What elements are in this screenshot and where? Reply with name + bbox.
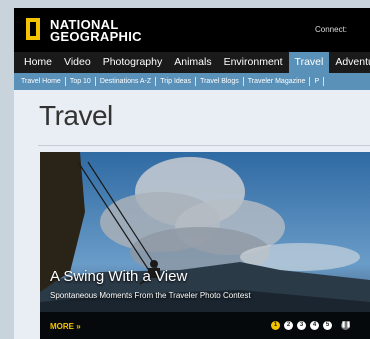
hero-subtitle: Spontaneous Moments From the Traveler Ph…	[50, 291, 251, 300]
slide-dot-1[interactable]: 1	[271, 321, 280, 330]
browser-page: NATIONAL GEOGRAPHIC Connect: Home Video …	[14, 8, 370, 339]
site-header: NATIONAL GEOGRAPHIC Connect:	[14, 8, 370, 52]
slide-dot-3[interactable]: 3	[297, 321, 306, 330]
connect-label: Connect:	[315, 25, 348, 34]
nav-item-environment[interactable]: Environment	[218, 52, 289, 73]
hero-photo	[40, 152, 370, 339]
nav-item-home[interactable]: Home	[14, 52, 58, 73]
yellow-border-icon	[26, 18, 40, 40]
pause-icon[interactable]: ❚❚	[341, 321, 351, 330]
slide-dot-5[interactable]: 5	[323, 321, 332, 330]
title-divider	[38, 145, 370, 146]
more-link[interactable]: MORE »	[50, 322, 81, 331]
subnav-item-truncated[interactable]: P	[310, 77, 325, 86]
nav-item-video[interactable]: Video	[58, 52, 97, 73]
main-nav: Home Video Photography Animals Environme…	[14, 52, 370, 73]
nav-item-travel[interactable]: Travel	[288, 52, 330, 73]
hero-controls: MORE » 1 2 3 4 5 ❚❚	[40, 312, 370, 339]
nav-item-adventure[interactable]: Adventure	[329, 52, 370, 73]
subnav-item-trip-ideas[interactable]: Trip Ideas	[156, 77, 197, 86]
subnav-item-travel-blogs[interactable]: Travel Blogs	[196, 77, 244, 86]
slide-dot-2[interactable]: 2	[284, 321, 293, 330]
subnav-item-top-10[interactable]: Top 10	[66, 77, 96, 86]
slide-pager: 1 2 3 4 5 ❚❚	[271, 321, 354, 330]
subnav-item-travel-home[interactable]: Travel Home	[14, 77, 66, 86]
hero-title[interactable]: A Swing With a View	[50, 268, 187, 285]
logo-wordmark: NATIONAL GEOGRAPHIC	[50, 18, 142, 44]
sub-nav: Travel Home Top 10 Destinations A-Z Trip…	[14, 73, 370, 90]
hero-slideshow[interactable]: A Swing With a View Spontaneous Moments …	[40, 152, 370, 339]
slide-dot-4[interactable]: 4	[310, 321, 319, 330]
subnav-item-destinations[interactable]: Destinations A-Z	[96, 77, 157, 86]
page-title: Travel	[39, 100, 113, 131]
nav-item-photography[interactable]: Photography	[97, 52, 169, 73]
logo-line2: GEOGRAPHIC	[50, 29, 142, 44]
natgeo-logo[interactable]: NATIONAL GEOGRAPHIC	[26, 18, 226, 46]
subnav-item-traveler-magazine[interactable]: Traveler Magazine	[244, 77, 311, 86]
nav-item-animals[interactable]: Animals	[168, 52, 217, 73]
